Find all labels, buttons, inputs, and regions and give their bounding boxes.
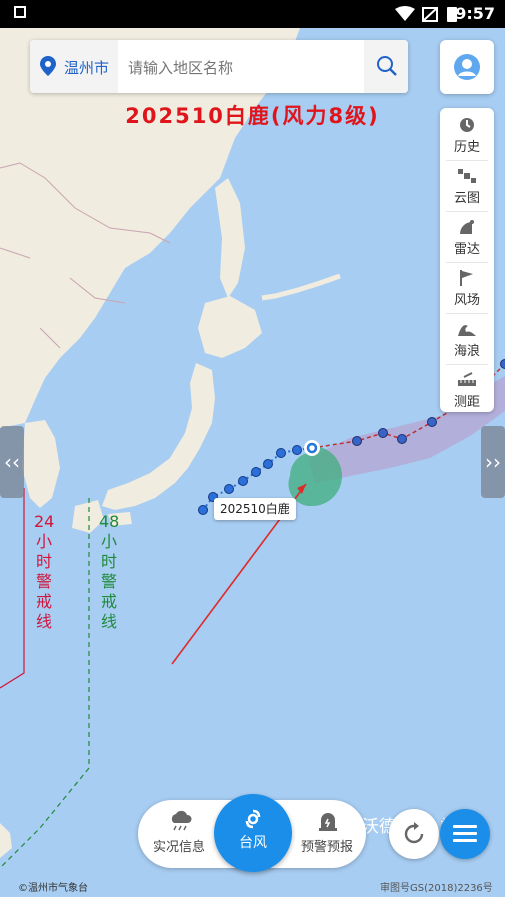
warning-48h-label: 48 小 时 警 戒 线: [99, 512, 119, 632]
location-pin-icon: [40, 56, 56, 76]
refresh-icon: [404, 822, 424, 844]
typhoon-name-label[interactable]: 202510白鹿: [214, 498, 296, 520]
panel-left-arrow[interactable]: ‹‹: [0, 426, 24, 498]
warn48-char4: 戒: [100, 592, 117, 611]
panel-right-arrow[interactable]: ››: [481, 426, 505, 498]
map-layer-toolbar: 历史 云图 雷达 风场 海浪 测距: [440, 108, 494, 412]
search-icon: [377, 56, 397, 76]
city-selector[interactable]: 温州市: [30, 40, 118, 93]
nav-live-info[interactable]: 实况信息: [144, 800, 214, 868]
warn48-char1: 小: [100, 532, 117, 551]
warn24-num: 24: [34, 512, 55, 531]
menu-button[interactable]: [440, 809, 490, 859]
tool-label: 历史: [453, 140, 480, 155]
search-input[interactable]: [126, 40, 360, 95]
typhoon-map[interactable]: [0, 28, 505, 897]
nav-label: 台风: [239, 835, 267, 851]
tool-label: 海浪: [453, 344, 480, 359]
tool-history[interactable]: 历史: [440, 110, 494, 160]
user-avatar-icon: [454, 54, 480, 80]
nav-label: 实况信息: [152, 840, 205, 855]
refresh-button[interactable]: [389, 809, 439, 859]
warn48-char5: 线: [100, 612, 117, 631]
tool-radar[interactable]: 雷达: [440, 212, 494, 262]
map-review-number: 审图号GS(2018)2236号: [380, 883, 493, 894]
tool-cloud-image[interactable]: 云图: [440, 161, 494, 211]
user-profile-button[interactable]: [440, 40, 494, 94]
tool-label: 测距: [453, 395, 480, 410]
nav-warning-forecast[interactable]: 预警预报: [292, 800, 362, 868]
typhoon-title: 202510白鹿(风力8级): [125, 104, 380, 128]
typhoon-icon: [245, 809, 261, 829]
warn24-char5: 线: [35, 612, 52, 631]
warn48-char3: 警: [100, 572, 117, 591]
warn48-char2: 时: [100, 552, 117, 571]
history-icon: [460, 118, 474, 132]
wind-flag-icon: [460, 270, 473, 286]
warn24-char1: 小: [35, 532, 52, 551]
tool-waves[interactable]: 海浪: [440, 314, 494, 364]
satellite-icon: [458, 169, 476, 183]
warn24-char2: 时: [35, 552, 52, 571]
tool-label: 风场: [453, 293, 480, 308]
warn48-num: 48: [99, 512, 120, 531]
warn24-char4: 戒: [35, 592, 52, 611]
nav-label: 预警预报: [300, 840, 353, 855]
status-bar: 9:57: [0, 0, 505, 28]
tool-wind-field[interactable]: 风场: [440, 263, 494, 313]
search-button[interactable]: [364, 40, 408, 93]
map-credit: ©温州市气象台: [18, 883, 88, 894]
ruler-icon: [458, 372, 476, 386]
tool-label: 雷达: [453, 242, 480, 257]
hamburger-menu-icon: [453, 825, 477, 842]
warning-24h-label: 24 小 时 警 戒 线: [34, 512, 54, 632]
tool-measure[interactable]: 测距: [440, 365, 494, 415]
radar-icon: [460, 220, 474, 234]
status-time: 9:57: [455, 4, 495, 23]
notification-icon: [14, 6, 26, 18]
wave-icon: [458, 325, 476, 336]
nav-typhoon[interactable]: 台风: [214, 794, 292, 872]
alarm-siren-icon: [319, 813, 337, 831]
tool-label: 云图: [453, 191, 480, 206]
weather-cloud-icon: [171, 810, 192, 831]
city-name: 温州市: [64, 59, 110, 77]
warn24-char3: 警: [35, 572, 52, 591]
search-bar: 温州市: [30, 40, 408, 95]
